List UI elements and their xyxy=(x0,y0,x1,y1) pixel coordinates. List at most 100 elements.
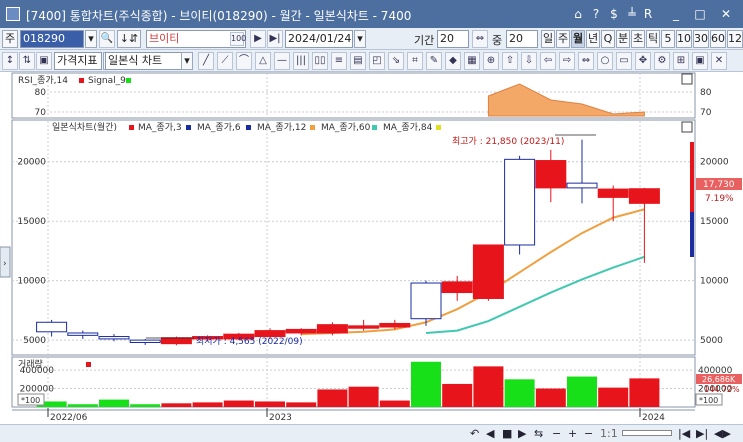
diamond-icon[interactable]: ◆ xyxy=(445,52,461,70)
stop-icon[interactable]: ■ xyxy=(502,427,512,440)
help-icon[interactable]: ? xyxy=(588,6,604,22)
price-legend-ma84: MA_종가,84 xyxy=(383,122,433,133)
fib-icon[interactable]: ≡ xyxy=(331,52,347,70)
chart-svg[interactable]: › 20000 20000 15000 15000 10000 10000 5000 5000… xyxy=(0,72,743,424)
save-layout-icon[interactable]: ▣ xyxy=(692,52,708,70)
price-legend-ma3: MA_종가,3 xyxy=(138,122,182,133)
volume-bar xyxy=(504,379,535,407)
first-icon[interactable]: |◀ xyxy=(678,427,690,440)
chart-type-dropdown-icon[interactable]: ▾ xyxy=(181,52,193,70)
play-icon[interactable]: ▶ xyxy=(250,30,266,48)
hline-icon[interactable]: — xyxy=(274,52,290,70)
interval-tab[interactable]: 30 xyxy=(693,30,709,48)
interval-tab[interactable]: 12 xyxy=(727,30,743,48)
candle-body xyxy=(597,188,629,198)
refresh-icon[interactable]: R xyxy=(640,6,656,22)
play-forward-icon[interactable]: ▶ xyxy=(518,427,526,440)
minimize-button[interactable]: _ xyxy=(668,6,684,22)
volume-bar xyxy=(629,378,660,407)
interval-tab[interactable]: 년 xyxy=(586,30,600,48)
interval-tab[interactable]: 10 xyxy=(676,30,692,48)
up-down-icon[interactable]: ↕ xyxy=(2,52,18,70)
interval-tab[interactable]: 일 xyxy=(541,30,555,48)
candle-body xyxy=(410,282,442,320)
interval-tab[interactable]: 월 xyxy=(571,30,585,48)
scroll-icon[interactable]: ⇆ xyxy=(534,427,543,440)
date-picker-icon[interactable]: ▾ xyxy=(354,30,366,48)
hash-icon[interactable]: ⌗ xyxy=(407,52,423,70)
change-percent: 7.19% xyxy=(705,194,734,204)
scroll-end-icon[interactable]: ◀▶ xyxy=(714,427,731,440)
rect-icon[interactable]: ◰ xyxy=(369,52,385,70)
channel-icon[interactable]: ▯▯ xyxy=(312,52,328,70)
interval-tab[interactable]: 초 xyxy=(631,30,645,48)
volume-bar xyxy=(223,400,254,407)
settings-icon[interactable]: ⚙ xyxy=(654,52,670,70)
collapse-arrow-icon[interactable]: › xyxy=(3,259,7,269)
layout-icon[interactable]: ⊞ xyxy=(673,52,689,70)
hundred-icon[interactable]: 100 xyxy=(230,32,246,46)
period-input[interactable]: 20 xyxy=(437,30,469,48)
unit-label-right: *100 xyxy=(699,396,718,405)
date-input[interactable]: 2024/01/24 xyxy=(285,30,353,48)
circle-icon[interactable]: ○ xyxy=(597,52,613,70)
interval-tab[interactable]: 주 xyxy=(556,30,570,48)
left-arrow-icon[interactable]: ⇦ xyxy=(540,52,556,70)
box-icon[interactable]: ▭ xyxy=(616,52,632,70)
market-selector[interactable]: 주 xyxy=(2,30,18,48)
pin-icon[interactable]: ╧ xyxy=(624,6,640,22)
zoom-slider[interactable] xyxy=(622,430,672,436)
price-legend-ma12: MA_종가,12 xyxy=(257,122,306,133)
interval-tab[interactable]: Q xyxy=(601,30,615,48)
home-icon[interactable]: ⌂ xyxy=(570,6,586,22)
zoom-icon[interactable]: ⇔ xyxy=(472,30,488,48)
move-icon[interactable]: ✥ xyxy=(635,52,651,70)
stock-code-input[interactable]: 018290 xyxy=(20,30,84,48)
volume-bar xyxy=(379,400,410,407)
both-arrow-icon[interactable]: ⇔ xyxy=(578,52,594,70)
delete-icon[interactable]: ✕ xyxy=(711,52,727,70)
panel-menu-icon-2[interactable] xyxy=(681,121,693,133)
up-arrow-icon[interactable]: ⇧ xyxy=(502,52,518,70)
trendline-icon[interactable]: ╱ xyxy=(198,52,214,70)
code-dropdown-icon[interactable]: ▾ xyxy=(85,30,97,48)
sort-dropdown[interactable]: ↓⇵ xyxy=(117,30,141,48)
interval-tab[interactable]: 5 xyxy=(661,30,675,48)
rewind-icon[interactable]: ◀ xyxy=(486,427,494,440)
minus-icon[interactable]: − xyxy=(584,427,593,440)
interval-tab[interactable]: 틱 xyxy=(646,30,660,48)
triangle-icon[interactable]: △ xyxy=(255,52,271,70)
close-button[interactable]: ✕ xyxy=(718,6,734,22)
chart-area[interactable]: › 20000 20000 15000 15000 10000 10000 5000 5000… xyxy=(0,72,743,424)
count-input[interactable]: 20 xyxy=(506,30,538,48)
arc-icon[interactable]: ⌒ xyxy=(236,52,252,70)
maximize-button[interactable]: □ xyxy=(692,6,708,22)
volume-bar xyxy=(442,383,473,407)
search-icon[interactable]: 🔍 xyxy=(99,30,115,48)
dollar-icon[interactable]: $ xyxy=(606,6,622,22)
pen-icon[interactable]: ✎ xyxy=(426,52,442,70)
ray-icon[interactable]: ⟋ xyxy=(217,52,233,70)
chart-type-dropdown[interactable]: 일본식 차트 xyxy=(105,52,183,70)
next-icon[interactable]: ▶| xyxy=(267,30,283,48)
palette-icon[interactable]: ▦ xyxy=(464,52,480,70)
zoom-out-icon[interactable]: − xyxy=(552,427,561,440)
last-icon[interactable]: ▶| xyxy=(696,427,708,440)
indicator-dropdown[interactable]: 가격지표 xyxy=(54,52,102,70)
interval-tab[interactable]: 분 xyxy=(616,30,630,48)
vlines-icon[interactable]: ||| xyxy=(293,52,309,70)
legend-swatch-candle xyxy=(129,125,134,130)
undo-icon[interactable]: ↶ xyxy=(470,427,479,440)
save-icon[interactable]: ▣ xyxy=(36,52,52,70)
panel-menu-icon[interactable] xyxy=(681,73,693,85)
split-icon[interactable]: ⇅ xyxy=(19,52,35,70)
crosshair-icon[interactable]: ⊕ xyxy=(483,52,499,70)
down-arrow-icon[interactable]: ⇩ xyxy=(521,52,537,70)
grid-icon[interactable]: ▤ xyxy=(350,52,366,70)
volume-percent: 144.72% xyxy=(704,385,740,394)
interval-tab[interactable]: 60 xyxy=(710,30,726,48)
arrow-diag-icon[interactable]: ⇘ xyxy=(388,52,404,70)
price-tick-right: 20000 xyxy=(700,158,729,168)
zoom-in-icon[interactable]: + xyxy=(568,427,577,440)
right-arrow-icon[interactable]: ⇨ xyxy=(559,52,575,70)
